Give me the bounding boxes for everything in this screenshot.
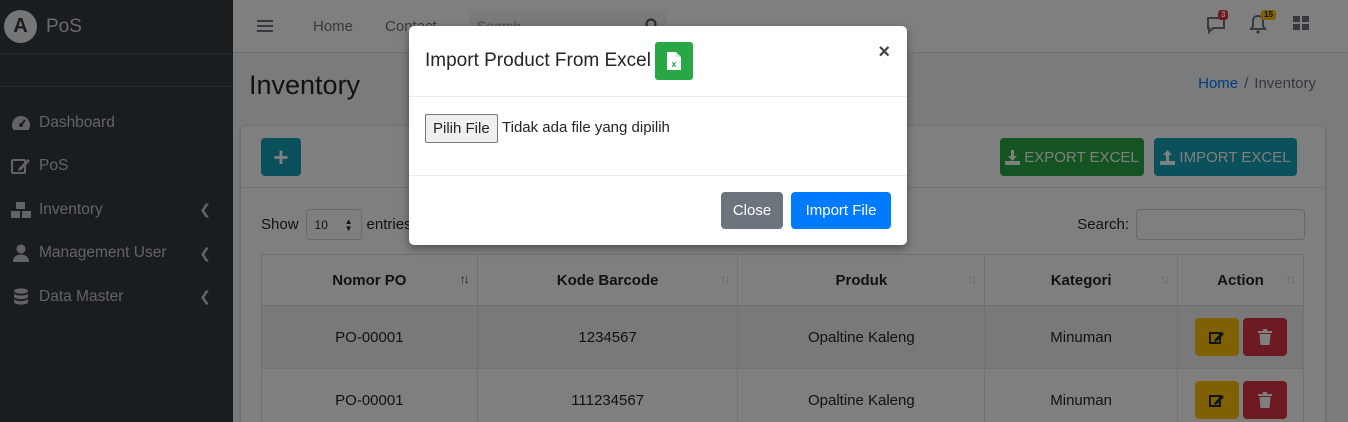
import-file-button[interactable]: Import File xyxy=(791,192,891,229)
modal-footer: Close Import File xyxy=(409,176,907,245)
modal-header: Import Product From Excel x × xyxy=(409,26,907,97)
close-button[interactable]: Close xyxy=(721,192,783,229)
modal-body: Pilih File Tidak ada file yang dipilih xyxy=(409,97,907,176)
choose-file-button[interactable]: Pilih File xyxy=(425,114,498,143)
modal-title: Import Product From Excel xyxy=(425,50,651,71)
close-icon[interactable]: × xyxy=(878,41,890,64)
excel-file-icon: x xyxy=(654,42,693,80)
file-status-text: Tidak ada file yang dipilih xyxy=(502,119,670,136)
import-modal: Import Product From Excel x × Pilih File… xyxy=(409,26,907,245)
svg-text:x: x xyxy=(671,59,676,69)
